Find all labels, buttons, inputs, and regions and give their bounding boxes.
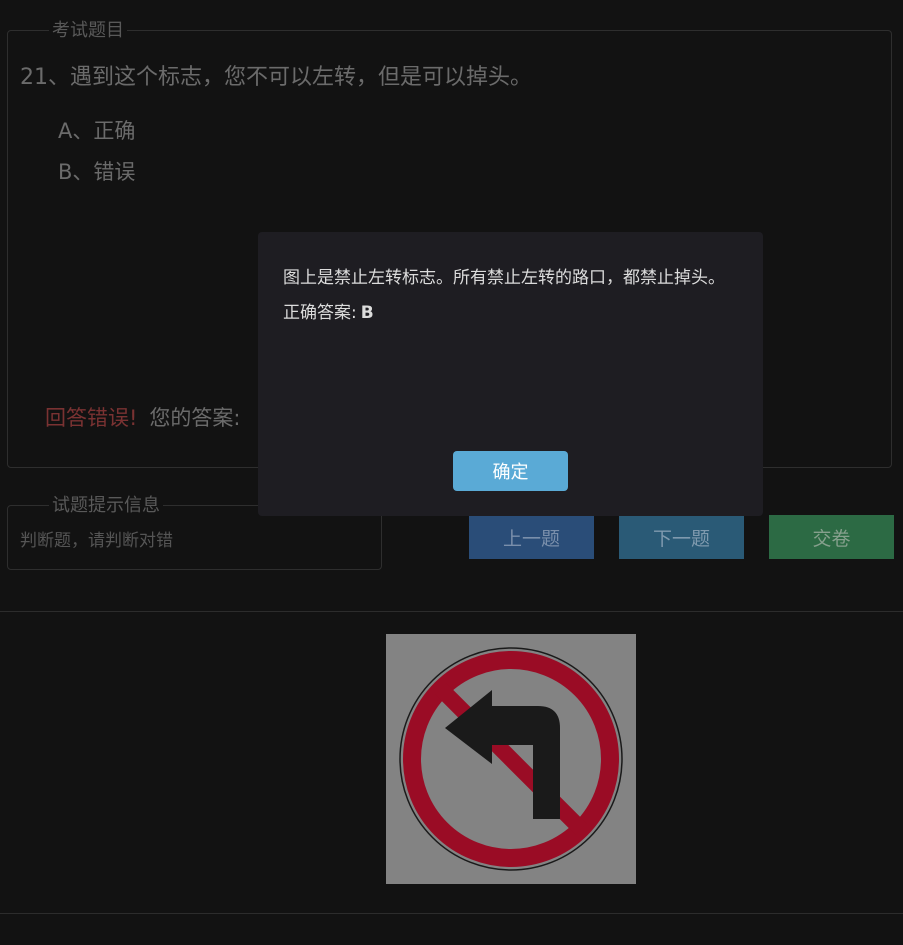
exam-page: 考试题目 21、遇到这个标志，您不可以左转，但是可以掉头。 A、正确 B、错误 … [0,0,903,945]
modal-explanation: 图上是禁止左转标志。所有禁止左转的路口，都禁止掉头。 [283,268,725,288]
no-left-turn-sign-icon [386,634,636,884]
result-status: 回答错误! [45,406,138,430]
hint-text: 判断题，请判断对错 [20,531,173,551]
option-a[interactable]: A、正确 [58,115,135,145]
divider-bottom [0,913,903,914]
your-answer-label: 您的答案: [149,406,241,430]
modal-ok-button[interactable]: 确定 [453,451,568,491]
prev-question-button[interactable]: 上一题 [469,515,594,559]
hint-panel-legend: 试题提示信息 [49,495,163,517]
submit-exam-button[interactable]: 交卷 [769,515,894,559]
question-text: 21、遇到这个标志，您不可以左转，但是可以掉头。 [20,65,532,90]
option-b[interactable]: B、错误 [58,156,135,186]
answer-result: 回答错误! 您的答案: [45,402,241,432]
question-panel-legend: 考试题目 [49,20,127,42]
explanation-modal: 图上是禁止左转标志。所有禁止左转的路口，都禁止掉头。 正确答案: B 确定 [258,232,763,516]
question-image [386,634,636,884]
correct-answer-value: B [360,303,374,323]
divider-top [0,611,903,612]
modal-correct-answer: 正确答案: B [283,298,374,323]
correct-answer-label: 正确答案: [283,303,357,323]
next-question-button[interactable]: 下一题 [619,515,744,559]
